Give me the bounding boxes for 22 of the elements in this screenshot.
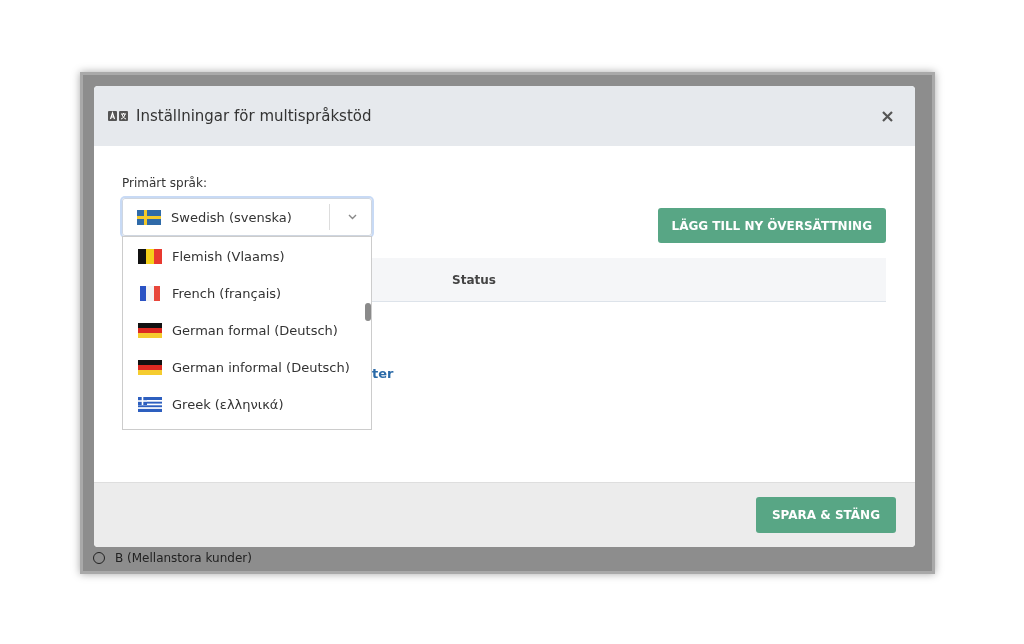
flag-icon: [138, 323, 162, 338]
radio-label: B (Mellanstora kunder): [115, 551, 252, 565]
language-option[interactable]: Greek (ελληνικά): [123, 386, 371, 423]
scrollbar-thumb[interactable]: [365, 303, 371, 321]
language-option[interactable]: Flemish (Vlaams): [123, 238, 371, 275]
flag-icon: [138, 286, 162, 301]
dialog-title: Inställningar för multispråkstöd: [136, 107, 373, 125]
language-option[interactable]: French (français): [123, 275, 371, 312]
flag-icon: [138, 397, 162, 412]
field-label: Primärt språk:: [122, 176, 208, 190]
flag-icon: [138, 249, 162, 264]
close-icon: [882, 110, 893, 122]
flag-icon: [138, 360, 162, 375]
language-option[interactable]: German formal (Deutsch): [123, 312, 371, 349]
close-button[interactable]: [880, 108, 895, 124]
flag-icon: [137, 209, 161, 225]
language-dropdown[interactable]: Swedish (svenska): [122, 198, 372, 236]
language-option[interactable]: German informal (Deutsch): [123, 349, 371, 386]
chevron-down-icon: [348, 214, 357, 220]
translate-icon: [108, 111, 128, 121]
link[interactable]: ter: [372, 366, 394, 381]
column-header: Status: [452, 272, 496, 287]
